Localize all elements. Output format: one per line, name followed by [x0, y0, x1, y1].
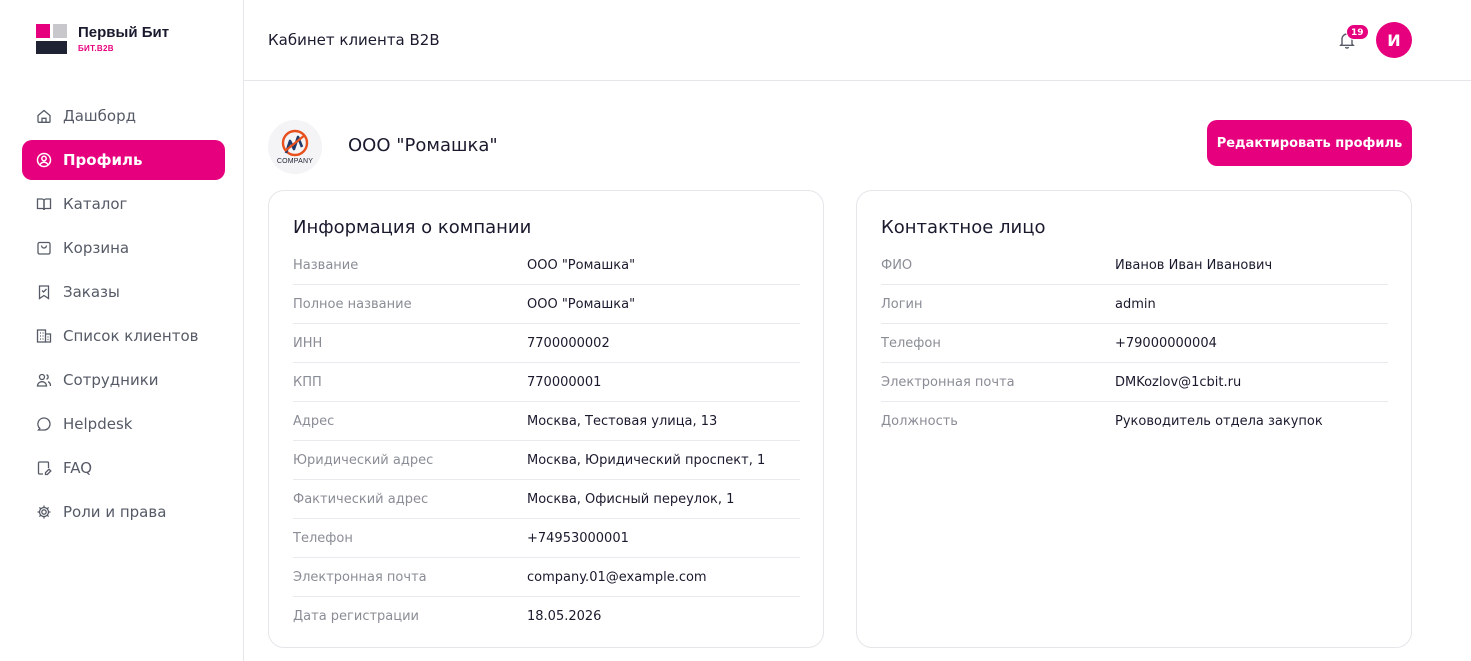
contact-row-phone: Телефон +79000000004	[881, 324, 1388, 363]
sidebar-item-roles[interactable]: Роли и права	[22, 492, 225, 532]
info-label: Полное название	[293, 296, 412, 312]
sidebar-item-dashboard[interactable]: Дашборд	[22, 96, 225, 136]
company-info-card: Информация о компании Название ООО "Ромаш…	[268, 190, 824, 648]
info-row-inn: ИНН 7700000002	[293, 324, 800, 363]
company-logo-text: COMPANY	[276, 158, 314, 165]
info-label: Фактический адрес	[293, 491, 429, 507]
sidebar-item-catalog[interactable]: Каталог	[22, 184, 225, 224]
info-row-full-name: Полное название ООО "Ромашка"	[293, 285, 800, 324]
sidebar-item-cart[interactable]: Корзина	[22, 228, 225, 268]
info-value: 18.05.2026	[527, 609, 602, 624]
info-row-kpp: КПП 770000001	[293, 363, 800, 402]
sidebar-item-label: Список клиентов	[63, 327, 199, 345]
contact-row-login: Логин admin	[881, 285, 1388, 324]
info-label: Название	[293, 257, 359, 273]
sidebar-item-clients[interactable]: Список клиентов	[22, 316, 225, 356]
chat-bubble-icon	[36, 416, 52, 432]
bookmark-icon	[36, 284, 52, 300]
contact-label: Электронная почта	[881, 374, 1015, 390]
brand-logo[interactable]: Первый Бит БИТ.B2B	[36, 24, 169, 54]
info-row-email: Электронная почта company.01@example.com	[293, 558, 800, 597]
sidebar-item-label: Каталог	[63, 195, 128, 213]
book-open-icon	[36, 196, 52, 212]
info-label: Юридический адрес	[293, 452, 434, 468]
gear-icon	[36, 504, 52, 520]
sidebar-nav: Дашборд Профиль Каталог Корзина Заказы С…	[22, 96, 225, 536]
sidebar-item-label: Дашборд	[63, 107, 136, 125]
sidebar-item-employees[interactable]: Сотрудники	[22, 360, 225, 400]
sidebar-item-label: Заказы	[63, 283, 120, 301]
document-edit-icon	[36, 460, 52, 476]
company-info-title: Информация о компании	[293, 217, 532, 238]
home-icon	[36, 108, 52, 124]
info-row-name: Название ООО "Ромашка"	[293, 246, 800, 285]
page-title: Кабинет клиента B2B	[268, 31, 440, 49]
info-value: Москва, Офисный переулок, 1	[527, 491, 735, 507]
contact-person-title: Контактное лицо	[881, 217, 1046, 238]
user-avatar[interactable]: И	[1376, 22, 1412, 58]
contact-label: Должность	[881, 414, 958, 429]
company-logo: COMPANY	[268, 120, 322, 174]
contact-value: +79000000004	[1115, 335, 1217, 351]
info-label: Дата регистрации	[293, 609, 420, 624]
contact-row-fullname: ФИО Иванов Иван Иванович	[881, 246, 1388, 285]
info-value: Москва, Тестовая улица, 13	[527, 413, 718, 429]
sidebar-item-label: Роли и права	[63, 503, 167, 521]
info-value: 770000001	[527, 374, 602, 390]
sidebar-item-label: Helpdesk	[63, 415, 133, 433]
users-icon	[36, 372, 52, 388]
sidebar-item-helpdesk[interactable]: Helpdesk	[22, 404, 225, 444]
contact-value: Иванов Иван Иванович	[1115, 257, 1273, 273]
info-label: КПП	[293, 374, 322, 390]
info-label: ИНН	[293, 335, 323, 351]
building-icon	[36, 328, 52, 344]
info-value: 7700000002	[527, 335, 610, 351]
bag-icon	[36, 240, 52, 256]
company-info-rows: Название ООО "Ромашка" Полное название ООО…	[293, 246, 800, 636]
company-name: ООО "Ромашка"	[348, 135, 498, 156]
contact-label: ФИО	[881, 257, 913, 273]
company-logo-icon	[281, 129, 309, 157]
contact-label: Телефон	[881, 335, 941, 351]
sidebar: Первый Бит БИТ.B2B Дашборд Профиль Катал…	[0, 0, 244, 661]
sidebar-item-orders[interactable]: Заказы	[22, 272, 225, 312]
info-value: ООО "Ромашка"	[527, 296, 636, 312]
brand-title: Первый Бит	[78, 24, 170, 41]
edit-profile-button[interactable]: Редактировать профиль	[1207, 120, 1412, 166]
info-value: +74953000001	[527, 530, 629, 546]
info-row-address: Адрес Москва, Тестовая улица, 13	[293, 402, 800, 441]
contact-rows: ФИО Иванов Иван Иванович Логин admin Телеф…	[881, 246, 1388, 441]
contact-value: DMKozlov@1cbit.ru	[1115, 374, 1242, 390]
sidebar-item-label: Профиль	[63, 151, 143, 169]
top-header: Кабинет клиента B2B 19 И	[244, 0, 1471, 81]
user-circle-icon	[36, 152, 52, 168]
info-value: ООО "Ромашка"	[527, 257, 636, 273]
contact-row-email: Электронная почта DMKozlov@1cbit.ru	[881, 363, 1388, 402]
info-row-phone: Телефон +74953000001	[293, 519, 800, 558]
contact-value: admin	[1115, 296, 1156, 312]
info-label: Электронная почта	[293, 569, 427, 585]
info-label: Телефон	[293, 530, 353, 546]
contact-value: Руководитель отдела закупок	[1115, 414, 1323, 429]
info-label: Адрес	[293, 413, 335, 429]
contact-label: Логин	[881, 296, 923, 312]
info-row-actual-address: Фактический адрес Москва, Офисный переуло…	[293, 480, 800, 519]
info-row-registration-date: Дата регистрации 18.05.2026	[293, 597, 800, 636]
sidebar-item-label: FAQ	[63, 459, 93, 477]
sidebar-item-faq[interactable]: FAQ	[22, 448, 225, 488]
sidebar-item-label: Корзина	[63, 239, 130, 257]
info-value: company.01@example.com	[527, 569, 707, 585]
contact-row-position: Должность Руководитель отдела закупок	[881, 402, 1388, 441]
sidebar-item-label: Сотрудники	[63, 371, 159, 389]
contact-person-card: Контактное лицо ФИО Иванов Иван Иванович …	[856, 190, 1412, 648]
sidebar-item-profile[interactable]: Профиль	[22, 140, 225, 180]
notifications-badge: 19	[1346, 24, 1369, 40]
info-value: Москва, Юридический проспект, 1	[527, 452, 766, 468]
info-row-legal-address: Юридический адрес Москва, Юридический про…	[293, 441, 800, 480]
brand-mark-icon	[36, 24, 68, 54]
brand-subtitle: БИТ.B2B	[78, 44, 114, 53]
